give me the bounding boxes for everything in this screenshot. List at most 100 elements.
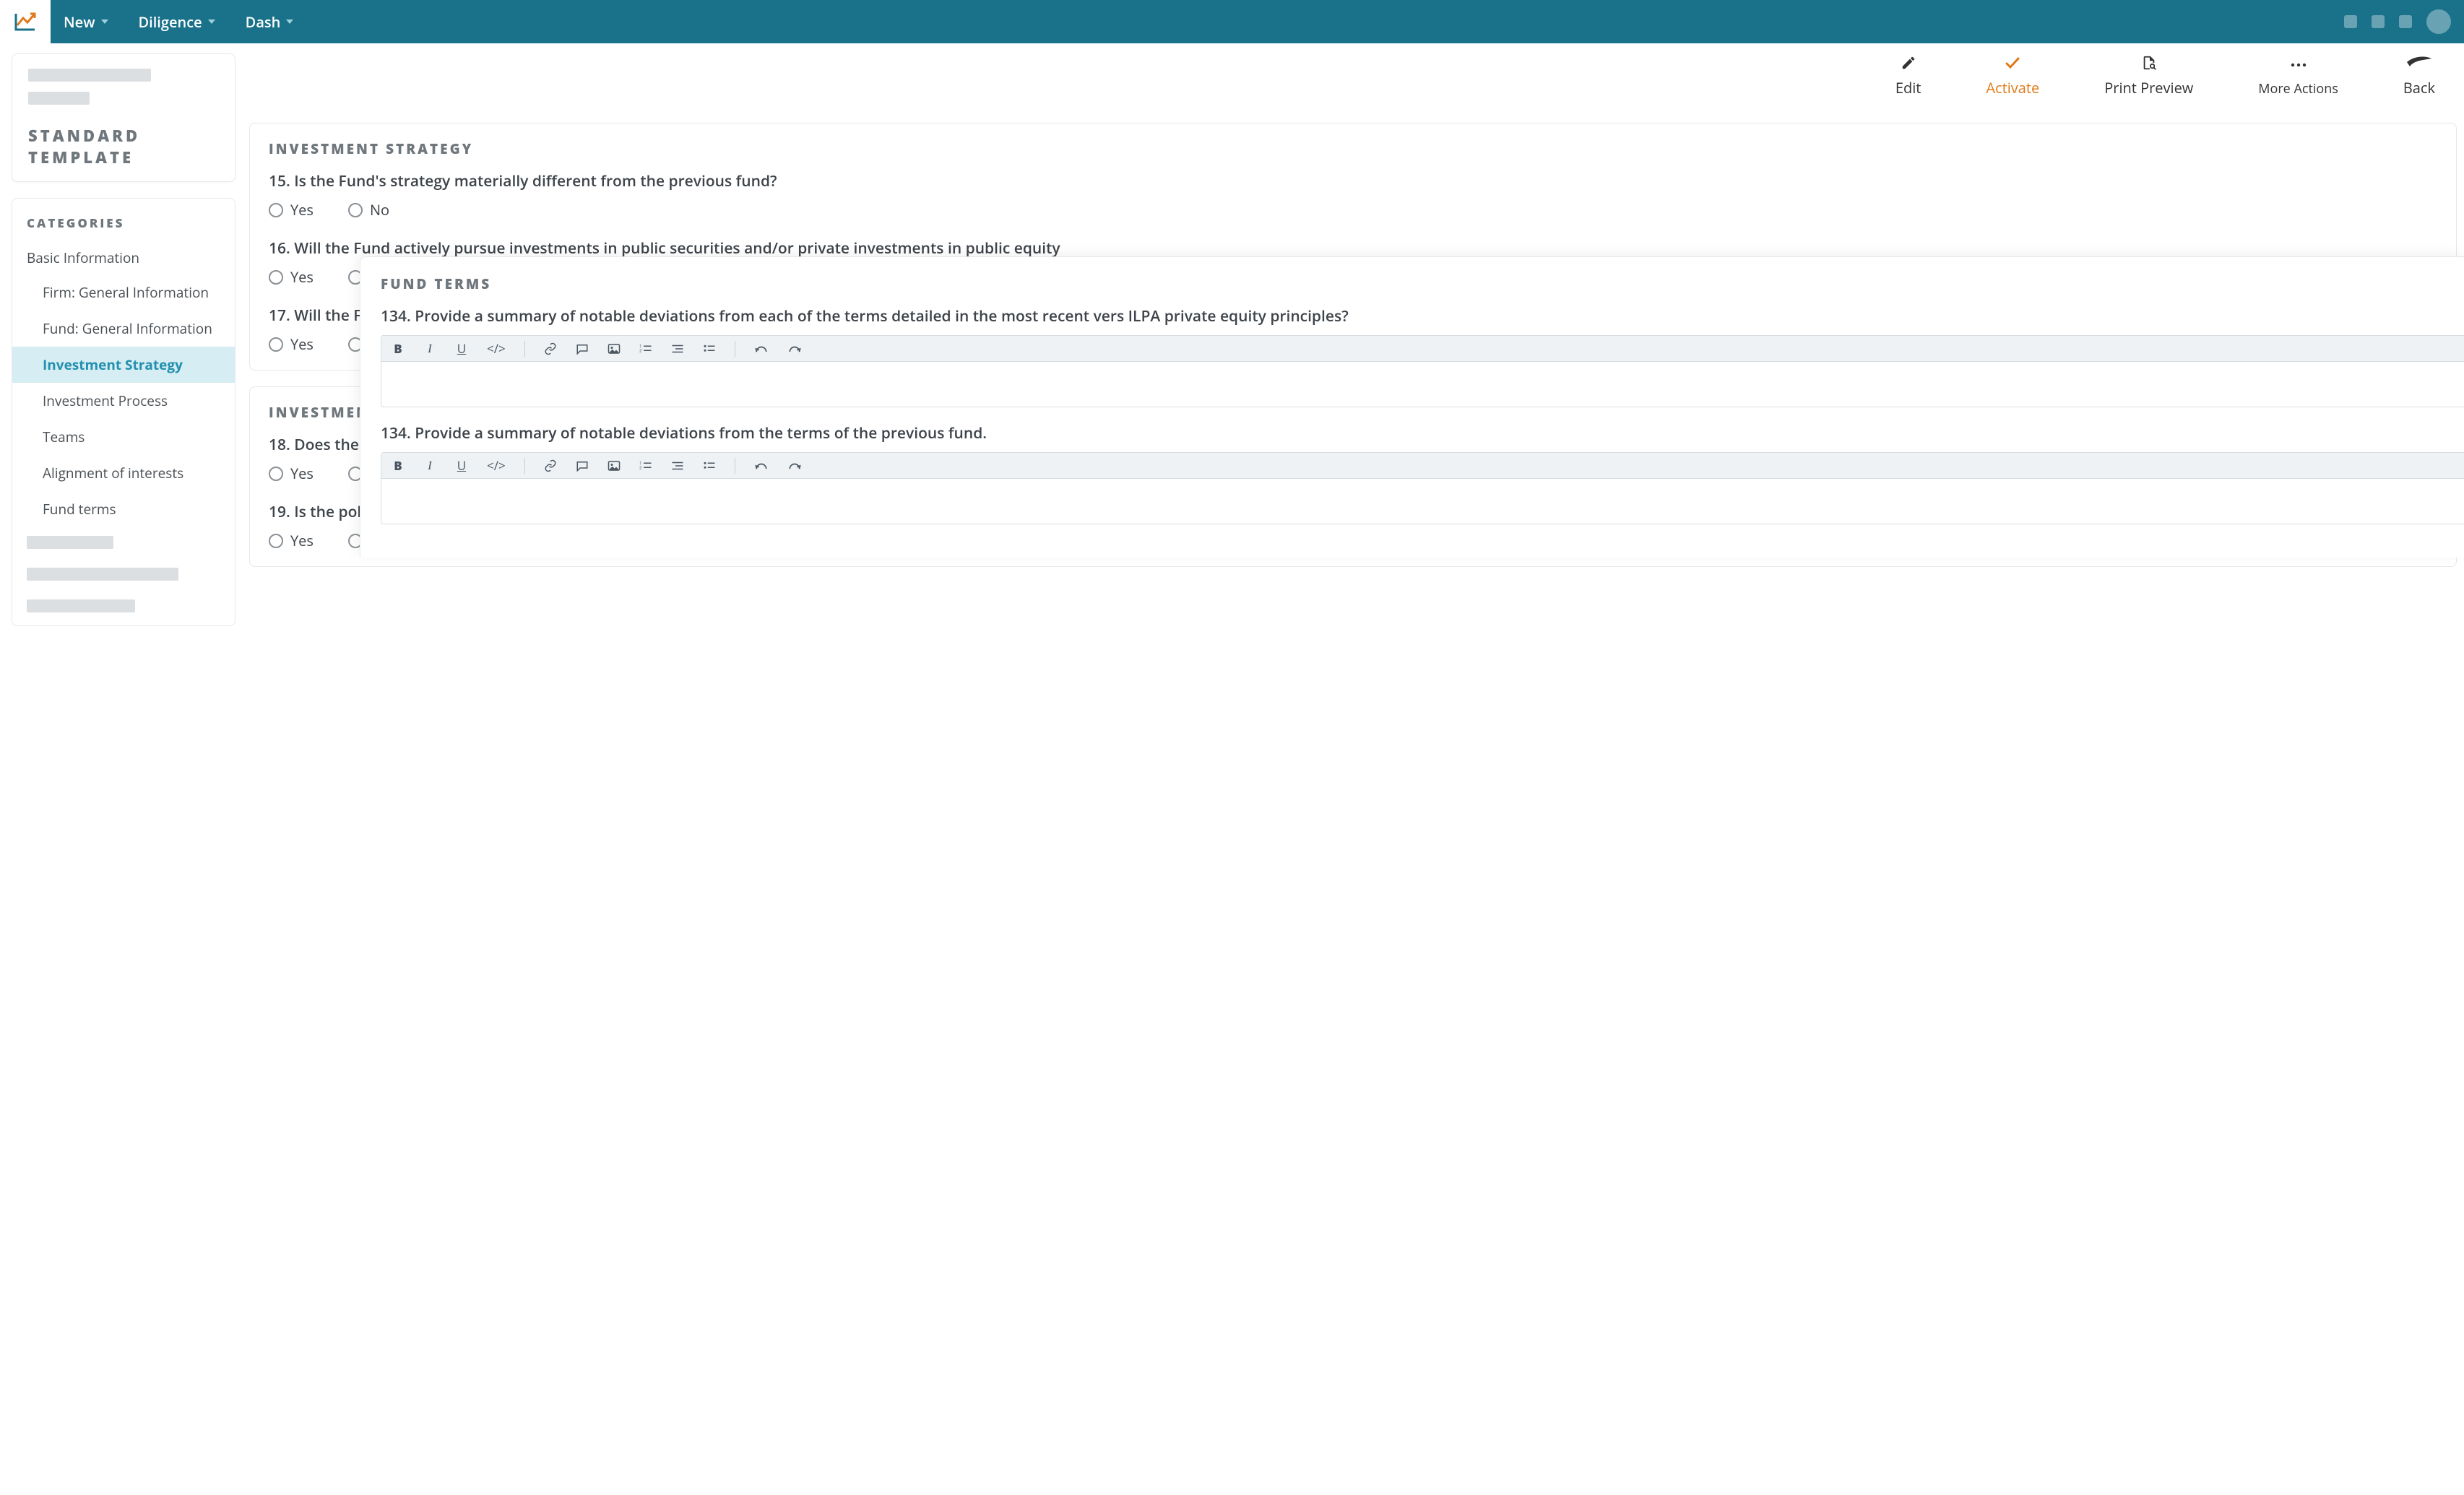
category-root[interactable]: Basic Information xyxy=(12,241,235,274)
radio-yes[interactable]: Yes xyxy=(269,334,314,354)
skeleton-line xyxy=(27,536,113,549)
activate-button[interactable]: Activate xyxy=(1986,53,2039,98)
redo-button[interactable] xyxy=(787,343,802,355)
code-button[interactable]: </> xyxy=(487,457,506,474)
edit-button[interactable]: Edit xyxy=(1895,53,1922,98)
nav-placeholder-icon[interactable] xyxy=(2372,15,2385,28)
question-15-options: Yes No xyxy=(269,200,2437,220)
rte-toolbar: B I U </> 12 xyxy=(381,453,2464,479)
radio-label: Yes xyxy=(290,531,314,550)
section-title: INVESTMENT STRATEGY xyxy=(269,139,2437,158)
quote-button[interactable] xyxy=(576,343,589,355)
nav-right xyxy=(2344,9,2451,34)
nav-item-label: Diligence xyxy=(139,12,202,32)
action-toolbar: Edit Activate Print Preview More Actions… xyxy=(1895,53,2464,98)
italic-button[interactable]: I xyxy=(423,459,436,473)
nav-item-diligence[interactable]: Diligence xyxy=(139,12,215,32)
toolbar-label: Activate xyxy=(1986,78,2039,98)
link-button[interactable] xyxy=(544,459,557,472)
toolbar-label: Print Preview xyxy=(2104,78,2193,98)
underline-button[interactable]: U xyxy=(455,340,468,357)
caret-down-icon xyxy=(208,20,215,24)
avatar[interactable] xyxy=(2426,9,2451,34)
nav-placeholder-icon[interactable] xyxy=(2344,15,2357,28)
skeleton-line xyxy=(28,92,90,105)
print-preview-button[interactable]: Print Preview xyxy=(2104,53,2193,98)
underline-button[interactable]: U xyxy=(455,457,468,474)
svg-text:2: 2 xyxy=(639,464,642,470)
rte-input[interactable] xyxy=(381,362,2464,407)
page: STANDARD TEMPLATE CATEGORIES Basic Infor… xyxy=(0,43,2464,626)
radio-label: Yes xyxy=(290,464,314,483)
undo-button[interactable] xyxy=(754,343,769,355)
nav-placeholder-icon[interactable] xyxy=(2399,15,2412,28)
radio-icon xyxy=(269,203,283,217)
separator xyxy=(524,458,525,474)
category-item-fund-terms[interactable]: Fund terms xyxy=(12,491,235,527)
app-logo xyxy=(0,0,51,43)
rich-text-editor[interactable]: B I U </> 12 xyxy=(381,452,2464,524)
back-arrow-icon xyxy=(2405,53,2433,72)
pencil-icon xyxy=(1901,53,1916,72)
indent-button[interactable] xyxy=(671,343,684,355)
bold-button[interactable]: B xyxy=(392,340,405,357)
navbar: New Diligence Dash xyxy=(51,0,2464,43)
indent-button[interactable] xyxy=(671,460,684,472)
toolbar-label: More Actions xyxy=(2258,80,2338,98)
category-item-investment-process[interactable]: Investment Process xyxy=(12,383,235,419)
bullet-list-button[interactable] xyxy=(703,460,716,472)
radio-icon xyxy=(269,467,283,481)
radio-icon xyxy=(269,337,283,352)
radio-no[interactable]: No xyxy=(348,200,389,220)
more-actions-button[interactable]: More Actions xyxy=(2258,56,2338,98)
radio-icon xyxy=(269,270,283,285)
category-item-firm-general[interactable]: Firm: General Information xyxy=(12,274,235,311)
nav-item-new[interactable]: New xyxy=(64,12,108,32)
category-item-investment-strategy[interactable]: Investment Strategy xyxy=(12,347,235,383)
fund-terms-overlay: FUND TERMS 134. Provide a summary of not… xyxy=(360,256,2464,558)
ellipsis-icon xyxy=(2290,56,2307,74)
page-title: STANDARD TEMPLATE xyxy=(28,125,222,168)
radio-yes[interactable]: Yes xyxy=(269,267,314,287)
category-item-teams[interactable]: Teams xyxy=(12,419,235,455)
nav-item-label: Dash xyxy=(246,12,281,32)
radio-label: Yes xyxy=(290,200,314,220)
categories-sidebar: CATEGORIES Basic Information Firm: Gener… xyxy=(12,198,235,626)
check-icon xyxy=(2002,53,2023,72)
sidebar-title: CATEGORIES xyxy=(12,214,235,241)
rte-input[interactable] xyxy=(381,479,2464,524)
bold-button[interactable]: B xyxy=(392,457,405,474)
rich-text-editor[interactable]: B I U </> 12 xyxy=(381,335,2464,407)
ordered-list-button[interactable]: 12 xyxy=(639,343,652,355)
question-134b: 134. Provide a summary of notable deviat… xyxy=(381,423,2464,443)
radio-label: Yes xyxy=(290,267,314,287)
category-item-alignment[interactable]: Alignment of interests xyxy=(12,455,235,491)
question-134a: 134. Provide a summary of notable deviat… xyxy=(381,306,2464,326)
link-button[interactable] xyxy=(544,342,557,355)
radio-yes[interactable]: Yes xyxy=(269,464,314,483)
category-item-fund-general[interactable]: Fund: General Information xyxy=(12,311,235,347)
undo-button[interactable] xyxy=(754,460,769,472)
nav-item-dash[interactable]: Dash xyxy=(246,12,294,32)
image-button[interactable] xyxy=(608,460,621,472)
radio-yes[interactable]: Yes xyxy=(269,531,314,550)
ordered-list-button[interactable]: 12 xyxy=(639,460,652,472)
radio-label: No xyxy=(370,200,389,220)
redo-button[interactable] xyxy=(787,460,802,472)
toolbar-label: Back xyxy=(2403,78,2435,98)
caret-down-icon xyxy=(286,20,293,24)
quote-button[interactable] xyxy=(576,460,589,472)
radio-yes[interactable]: Yes xyxy=(269,200,314,220)
italic-button[interactable]: I xyxy=(423,342,436,356)
skeleton-line xyxy=(27,568,178,581)
rte-toolbar: B I U </> 12 xyxy=(381,336,2464,362)
code-button[interactable]: </> xyxy=(487,340,506,357)
image-button[interactable] xyxy=(608,343,621,355)
separator xyxy=(524,341,525,357)
topbar: New Diligence Dash xyxy=(0,0,2464,43)
back-button[interactable]: Back xyxy=(2403,53,2435,98)
toolbar-label: Edit xyxy=(1895,78,1922,98)
bullet-list-button[interactable] xyxy=(703,343,716,355)
nav-item-label: New xyxy=(64,12,95,32)
question-15: 15. Is the Fund's strategy materially di… xyxy=(269,171,2437,191)
